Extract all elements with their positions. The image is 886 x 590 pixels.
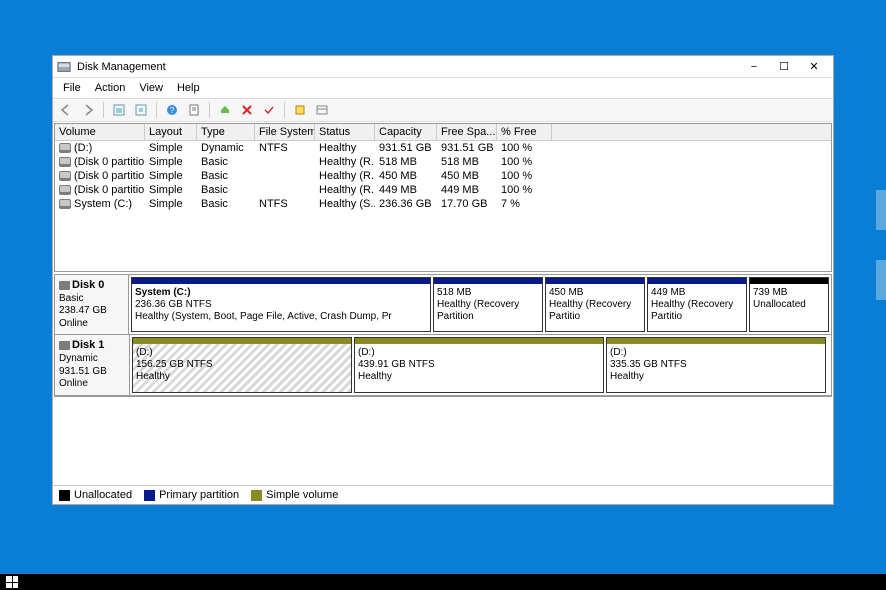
partition-bar — [355, 338, 603, 344]
col-type[interactable]: Type — [197, 124, 255, 140]
maximize-button[interactable]: ☐ — [769, 58, 799, 76]
partition-container: (D:)156.25 GB NTFSHealthy(D:)439.91 GB N… — [130, 335, 831, 394]
start-icon[interactable] — [6, 576, 18, 588]
empty-area — [53, 398, 833, 486]
partition-bar — [750, 278, 828, 284]
check-icon[interactable] — [260, 101, 278, 119]
menu-help[interactable]: Help — [171, 80, 206, 96]
desktop-accent — [876, 190, 886, 230]
volume-icon — [59, 143, 71, 153]
close-button[interactable]: ✕ — [799, 58, 829, 76]
partition-bar — [546, 278, 644, 284]
svg-text:?: ? — [170, 106, 175, 115]
partition[interactable]: 518 MBHealthy (Recovery Partition — [433, 277, 543, 332]
table-row[interactable]: (Disk 0 partition 4)SimpleBasicHealthy (… — [55, 183, 831, 197]
eject-icon[interactable] — [216, 101, 234, 119]
col-fs[interactable]: File System — [255, 124, 315, 140]
table-row[interactable]: (Disk 0 partition 2)SimpleBasicHealthy (… — [55, 155, 831, 169]
desktop-accent — [876, 260, 886, 300]
partition[interactable]: 739 MBUnallocated — [749, 277, 829, 332]
partition[interactable]: (D:)156.25 GB NTFSHealthy — [132, 337, 352, 392]
legend-unallocated: Unallocated — [59, 489, 132, 501]
forward-icon[interactable] — [79, 101, 97, 119]
partition-container: System (C:)236.36 GB NTFSHealthy (System… — [129, 275, 831, 334]
table-row[interactable]: (D:)SimpleDynamicNTFSHealthy931.51 GB931… — [55, 141, 831, 155]
partition[interactable]: (D:)439.91 GB NTFSHealthy — [354, 337, 604, 392]
delete-icon[interactable] — [238, 101, 256, 119]
volume-list: Volume Layout Type File System Status Ca… — [54, 123, 832, 272]
col-free[interactable]: Free Spa... — [437, 124, 497, 140]
help-icon[interactable]: ? — [163, 101, 181, 119]
partition-bar — [648, 278, 746, 284]
col-layout[interactable]: Layout — [145, 124, 197, 140]
disk-row: Disk 1Dynamic931.51 GBOnline(D:)156.25 G… — [55, 335, 831, 395]
disk-label[interactable]: Disk 0Basic238.47 GBOnline — [55, 275, 129, 334]
menu-action[interactable]: Action — [89, 80, 132, 96]
partition[interactable]: (D:)335.35 GB NTFSHealthy — [606, 337, 826, 392]
partition-bar — [133, 338, 351, 344]
volume-icon — [59, 185, 71, 195]
disk-icon — [59, 341, 70, 350]
table-row[interactable]: (Disk 0 partition 3)SimpleBasicHealthy (… — [55, 169, 831, 183]
partition-bar — [607, 338, 825, 344]
titlebar: Disk Management − ☐ ✕ — [53, 56, 833, 78]
refresh-icon[interactable] — [132, 101, 150, 119]
volume-icon — [59, 157, 71, 167]
col-capacity[interactable]: Capacity — [375, 124, 437, 140]
disk-management-window: Disk Management − ☐ ✕ File Action View H… — [52, 55, 834, 505]
list-icon[interactable] — [313, 101, 331, 119]
col-volume[interactable]: Volume — [55, 124, 145, 140]
partition-bar — [434, 278, 542, 284]
window-title: Disk Management — [77, 61, 739, 73]
partition[interactable]: System (C:)236.36 GB NTFSHealthy (System… — [131, 277, 431, 332]
app-icon — [57, 60, 71, 74]
partition-bar — [132, 278, 430, 284]
menu-file[interactable]: File — [57, 80, 87, 96]
volume-list-header: Volume Layout Type File System Status Ca… — [55, 124, 831, 141]
up-icon[interactable] — [110, 101, 128, 119]
legend-simple: Simple volume — [251, 489, 338, 501]
col-status[interactable]: Status — [315, 124, 375, 140]
disk-label[interactable]: Disk 1Dynamic931.51 GBOnline — [55, 335, 130, 394]
disk-row: Disk 0Basic238.47 GBOnlineSystem (C:)236… — [55, 275, 831, 335]
properties-icon[interactable] — [185, 101, 203, 119]
toolbar: ? — [53, 99, 833, 122]
minimize-button[interactable]: − — [739, 58, 769, 76]
legend: Unallocated Primary partition Simple vol… — [53, 485, 833, 504]
window-controls: − ☐ ✕ — [739, 58, 829, 76]
taskbar[interactable] — [0, 574, 886, 590]
volume-rows: (D:)SimpleDynamicNTFSHealthy931.51 GB931… — [55, 141, 831, 271]
disk-icon — [59, 281, 70, 290]
col-pctfree[interactable]: % Free — [497, 124, 552, 140]
new-icon[interactable] — [291, 101, 309, 119]
menubar: File Action View Help — [53, 78, 833, 99]
partition[interactable]: 449 MBHealthy (Recovery Partitio — [647, 277, 747, 332]
volume-icon — [59, 199, 71, 209]
back-icon[interactable] — [57, 101, 75, 119]
menu-view[interactable]: View — [133, 80, 169, 96]
table-row[interactable]: System (C:)SimpleBasicNTFSHealthy (S...2… — [55, 197, 831, 211]
disk-graphic-area: Disk 0Basic238.47 GBOnlineSystem (C:)236… — [54, 274, 832, 397]
legend-primary: Primary partition — [144, 489, 239, 501]
volume-icon — [59, 171, 71, 181]
partition[interactable]: 450 MBHealthy (Recovery Partitio — [545, 277, 645, 332]
